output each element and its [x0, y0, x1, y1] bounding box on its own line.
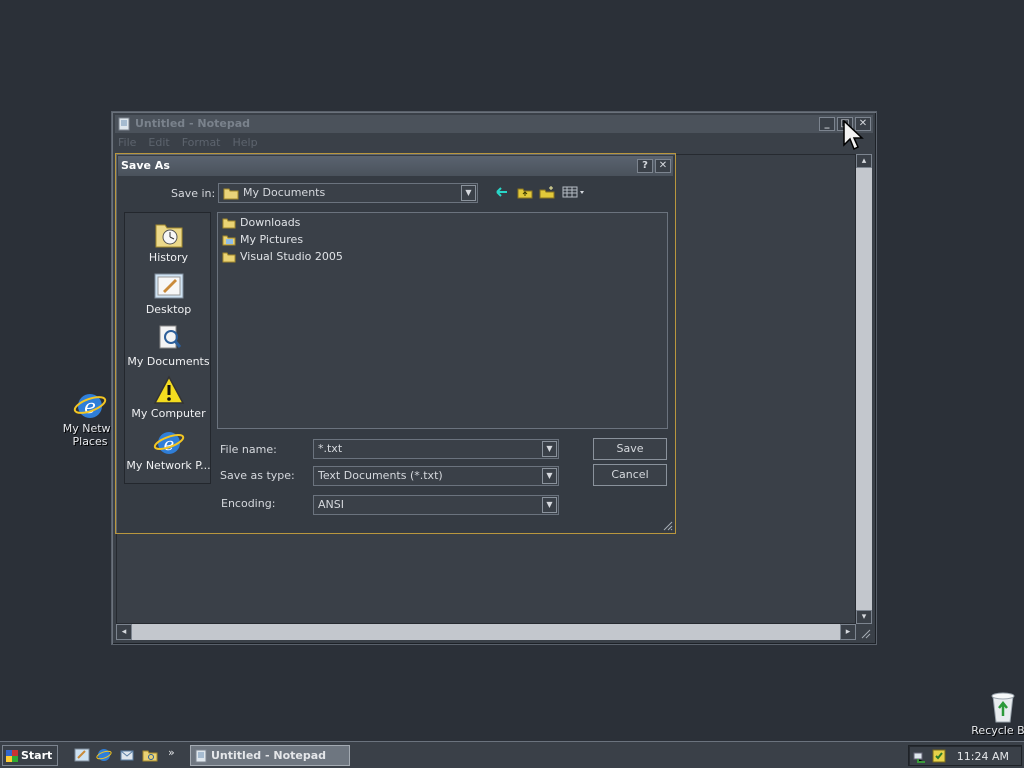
file-name-value: *.txt — [318, 442, 343, 455]
places-bar: History Desktop My Documents My Computer… — [124, 212, 211, 484]
file-name: Visual Studio 2005 — [240, 250, 343, 263]
internet-explorer-icon: e — [153, 432, 184, 455]
encoding-value: ANSI — [318, 498, 344, 511]
minimize-button[interactable]: _ — [819, 117, 835, 131]
windows-logo-icon — [6, 750, 18, 762]
cancel-button[interactable]: Cancel — [593, 464, 667, 486]
taskbar-item-label: Untitled - Notepad — [211, 749, 327, 762]
network-icon[interactable] — [913, 748, 929, 764]
file-name-label: File name: — [220, 443, 277, 456]
menu-file[interactable]: File — [118, 136, 136, 152]
desktop-icon-label: Recycle Bin — [971, 724, 1024, 737]
help-button[interactable]: ? — [637, 159, 653, 173]
chevron-down-icon[interactable]: ▼ — [542, 468, 557, 484]
quick-launch-chevron[interactable]: » — [168, 746, 175, 759]
horizontal-scrollbar[interactable]: ◂ ▸ — [116, 624, 856, 640]
save-as-type-label: Save as type: — [220, 469, 295, 482]
save-as-type-value: Text Documents (*.txt) — [318, 469, 443, 482]
place-label: My Network P... — [126, 459, 211, 472]
chevron-down-icon[interactable]: ▼ — [542, 441, 557, 457]
show-desktop-icon[interactable] — [74, 747, 90, 763]
encoding-select[interactable]: ANSI ▼ — [313, 495, 559, 515]
dialog-title: Save As — [121, 159, 170, 172]
place-label: My Documents — [127, 355, 210, 368]
pictures-folder-icon — [222, 235, 236, 246]
view-menu-icon[interactable] — [562, 185, 586, 199]
place-my-documents[interactable]: My Documents — [125, 323, 212, 368]
internet-explorer-icon: e — [73, 394, 107, 418]
dialog-title-bar[interactable]: Save As ? ✕ — [118, 156, 673, 176]
save-as-dialog[interactable]: Save As ? ✕ Save in: My Documents ▼ Hist… — [115, 153, 676, 534]
place-history[interactable]: History — [125, 219, 212, 264]
place-my-computer[interactable]: My Computer — [125, 375, 212, 420]
resize-grip-icon[interactable] — [856, 624, 872, 640]
notepad-icon — [118, 117, 130, 131]
place-label: My Computer — [131, 407, 206, 420]
taskbar: Start » Untitled - Notepad 11:24 AM — [0, 741, 1024, 768]
menu-edit[interactable]: Edit — [148, 136, 169, 152]
menu-bar: File Edit Format Help — [118, 136, 258, 152]
desktop-icon — [154, 273, 183, 299]
security-icon[interactable] — [931, 748, 947, 764]
notepad-title-bar[interactable]: Untitled - Notepad _ □ ✕ — [115, 115, 873, 133]
list-item-downloads[interactable]: Downloads — [222, 215, 300, 231]
taskbar-item-notepad[interactable]: Untitled - Notepad — [190, 745, 350, 766]
encoding-label: Encoding: — [221, 497, 276, 510]
new-folder-icon[interactable] — [539, 185, 555, 199]
warning-icon — [153, 375, 184, 404]
folder-icon — [223, 188, 239, 200]
up-folder-icon[interactable] — [517, 185, 533, 199]
folder-icon — [222, 252, 236, 263]
start-button[interactable]: Start — [2, 745, 58, 766]
save-in-label: Save in: — [171, 187, 216, 200]
file-name: My Pictures — [240, 233, 304, 246]
chevron-down-icon[interactable]: ▼ — [461, 185, 476, 201]
notepad-icon — [195, 749, 207, 763]
resize-grip-icon[interactable] — [661, 519, 673, 531]
internet-explorer-icon[interactable] — [96, 747, 112, 763]
file-list[interactable]: Downloads My Pictures Visual Studio 2005 — [217, 212, 668, 429]
save-in-value: My Documents — [243, 186, 326, 199]
desktop-icon-recycle-bin[interactable]: Recycle Bin — [968, 690, 1024, 737]
save-in-combo[interactable]: My Documents ▼ — [218, 183, 478, 203]
scroll-down-arrow-icon[interactable]: ▾ — [856, 610, 872, 624]
mouse-cursor-icon — [843, 120, 864, 151]
my-documents-icon — [159, 325, 181, 349]
history-icon — [155, 224, 182, 248]
list-item-visual-studio-2005[interactable]: Visual Studio 2005 — [222, 249, 343, 265]
scroll-left-arrow-icon[interactable]: ◂ — [116, 624, 132, 640]
folder-icon — [222, 218, 236, 229]
outlook-express-icon[interactable] — [119, 747, 135, 763]
chevron-down-icon[interactable]: ▼ — [542, 497, 557, 513]
start-label: Start — [21, 749, 53, 762]
list-item-my-pictures[interactable]: My Pictures — [222, 232, 303, 248]
place-desktop[interactable]: Desktop — [125, 271, 212, 316]
scroll-up-arrow-icon[interactable]: ▴ — [856, 154, 872, 168]
vertical-scrollbar[interactable]: ▴ ▾ — [856, 154, 872, 624]
clock[interactable]: 11:24 AM — [957, 750, 1009, 763]
back-arrow-icon[interactable] — [495, 185, 509, 199]
place-label: History — [148, 251, 189, 264]
menu-help[interactable]: Help — [233, 136, 258, 152]
recycle-bin-icon — [991, 692, 1015, 723]
save-as-type-select[interactable]: Text Documents (*.txt) ▼ — [313, 466, 559, 486]
notepad-title: Untitled - Notepad — [135, 117, 251, 130]
menu-format[interactable]: Format — [182, 136, 221, 152]
file-name-input[interactable]: *.txt ▼ — [313, 439, 559, 459]
save-button[interactable]: Save — [593, 438, 667, 460]
place-label: Desktop — [145, 303, 192, 316]
place-my-network-places[interactable]: e My Network P... — [125, 427, 212, 472]
scroll-right-arrow-icon[interactable]: ▸ — [840, 624, 856, 640]
system-tray: 11:24 AM — [908, 745, 1022, 766]
explorer-icon[interactable] — [142, 747, 158, 763]
file-name: Downloads — [240, 216, 301, 229]
dialog-close-button[interactable]: ✕ — [655, 159, 671, 173]
